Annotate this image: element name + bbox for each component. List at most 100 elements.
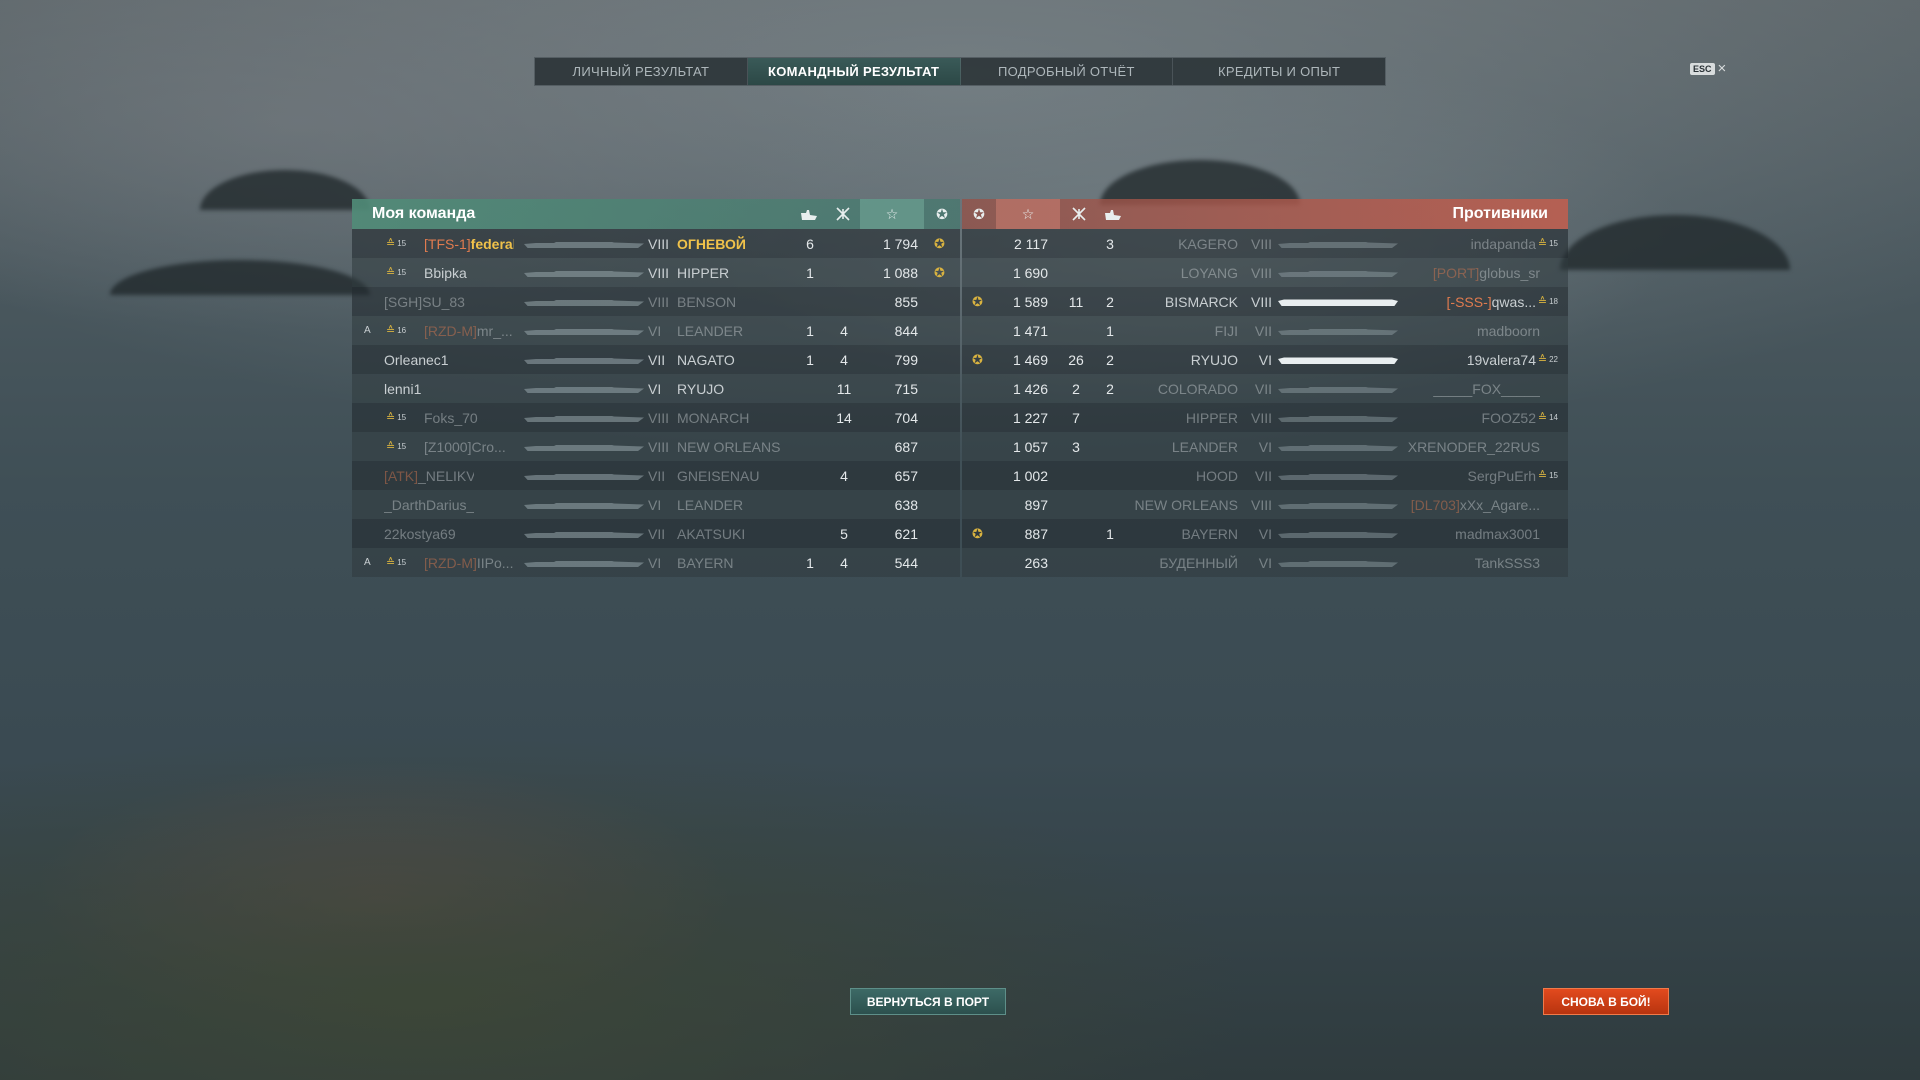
player-name[interactable]: _DarthDarius_ [384,497,474,513]
ship-silhouette [1278,238,1398,248]
player-name[interactable]: madmax3001 [1455,526,1540,542]
table-row[interactable]: A ≙ 16 [RZD-M]mr_... VI LEANDER 1 4 844 [352,316,960,345]
player-name[interactable]: indapanda [1471,236,1536,252]
rank-icon: ≙ [1537,354,1548,366]
base-xp: 1 227 [1012,409,1048,426]
player-clan: [RZD-M] [424,554,477,571]
player-name[interactable]: FOOZ52 [1482,410,1536,426]
table-row[interactable]: _DarthDarius_ VI LEANDER 638 [352,490,960,519]
ship-name: COLORADO [1157,380,1238,397]
player-name[interactable]: Bbipka [424,265,467,281]
rank-number: 14 [1549,413,1558,422]
table-row[interactable]: ≙ 15 [TFS-1]federal VIII ОГНЕВОЙ 6 1 794 ✪ [352,229,960,258]
table-row[interactable]: 1 426 2 2 COLORADO VII _____FOX_____ [962,374,1568,403]
ship-tier: VIII [648,438,670,455]
table-row[interactable]: ✪ 887 1 BAYERN VI madmax3001 [962,519,1568,548]
planes-destroyed: 11 [1068,293,1084,310]
ship-name: NEW ORLEANS [677,438,781,455]
ship-tier: VIII [1250,264,1272,281]
player-clan: [DL703] [1410,496,1460,513]
battle-again-button[interactable]: СНОВА В БОЙ! [1543,988,1669,1015]
table-row[interactable]: [ATK]_NELIKVID_ VII GNEISENAU 4 657 [352,461,960,490]
ship-tier: VIII [648,409,670,426]
player-name[interactable]: TankSSS3 [1475,555,1540,571]
tab-personal-result[interactable]: ЛИЧНЫЙ РЕЗУЛЬТАТ [535,58,748,85]
return-to-port-button[interactable]: ВЕРНУТЬСЯ В ПОРТ [850,988,1006,1015]
player-nickname: TankSSS3 [1474,554,1540,571]
table-row[interactable]: 1 002 HOOD VII SergPuErh ≙ 15 [962,461,1568,490]
table-row[interactable]: 1 690 LOYANG VIII [PORT]globus_sr [962,258,1568,287]
esc-key-icon: ESC [1690,63,1715,75]
tab-credits-xp[interactable]: КРЕДИТЫ И ОПЫТ [1173,58,1385,85]
rank-icon: ≙ [386,412,396,424]
table-row[interactable]: ≙ 15 Bbipka VIII HIPPER 1 1 088 ✪ [352,258,960,287]
player-name[interactable]: XRENODER_22RUS [1408,439,1540,455]
player-name[interactable]: Foks_70 [424,410,478,426]
table-row[interactable]: A ≙ 15 [RZD-M]IIPo... VI BAYERN 1 4 544 [352,548,960,577]
ships-destroyed: 1 [806,264,814,281]
table-row[interactable]: ≙ 15 Foks_70 VIII MONARCH 14 704 [352,403,960,432]
enemy-team-title: Противники [1452,205,1549,222]
rank-badge: ≙ 22 [1538,353,1558,366]
ship-silhouette [524,470,644,480]
ship-name: BISMARCK [1164,293,1238,310]
table-row[interactable]: [SGH]SU_83 VIII BENSON 855 [352,287,960,316]
table-row[interactable]: lenni1 VI RYUJO 11 715 [352,374,960,403]
ship-name: KAGERO [1178,235,1238,252]
ships-destroyed: 2 [1106,380,1114,397]
player-name[interactable]: [RZD-M]IIPo... [424,555,513,571]
ship-tier: VI [648,496,662,513]
table-row[interactable]: 1 227 7 HIPPER VIII FOOZ52 ≙ 14 [962,403,1568,432]
rank-badge: ≙ 15 [1538,469,1558,482]
ship-tier: VIII [648,235,670,252]
rank-number: 15 [397,239,407,248]
player-name[interactable]: madboorn [1477,323,1540,339]
ship-name: LEANDER [677,322,744,339]
player-name[interactable]: Orleanec1 [384,352,449,368]
table-row[interactable]: ≙ 15 [Z1000]Cro... VIII NEW ORLEANS 687 [352,432,960,461]
player-name[interactable]: _____FOX_____ [1433,381,1540,397]
ship-tier: VIII [1250,409,1272,426]
player-name[interactable]: [-SSS-]qwas... [1447,294,1536,310]
player-name[interactable]: SergPuErh [1468,468,1536,484]
ship-silhouette [524,325,644,335]
ship-name: HOOD [1196,467,1238,484]
player-name[interactable]: [ATK]_NELIKVID_ [384,468,474,484]
table-row[interactable]: 1 471 1 FIJI VII madboorn [962,316,1568,345]
table-row[interactable]: Orleanec1 VII NAGATO 1 4 799 [352,345,960,374]
player-name[interactable]: 22kostya69 [384,526,456,542]
ship-name: БУДЕННЫЙ [1159,554,1238,571]
player-nickname: madboorn [1476,322,1540,339]
tab-detailed-report[interactable]: ПОДРОБНЫЙ ОТЧЁТ [961,58,1174,85]
table-row[interactable]: ✪ 1 589 11 2 BISMARCK VIII [-SSS-]qwas... ≙ 18 [962,287,1568,316]
player-name[interactable]: [TFS-1]federal [424,236,514,252]
table-row[interactable]: 2 117 3 KAGERO VIII indapanda ≙ 15 [962,229,1568,258]
table-row[interactable]: 22kostya69 VII AKATSUKI 5 621 [352,519,960,548]
aircraft-icon [826,199,860,229]
table-row[interactable]: 897 NEW ORLEANS VIII [DL703]xXx_Agare... [962,490,1568,519]
player-name[interactable]: [RZD-M]mr_... [424,323,513,339]
result-tabs: ЛИЧНЫЙ РЕЗУЛЬТАТ КОМАНДНЫЙ РЕЗУЛЬТАТ ПОД… [534,57,1386,86]
table-row[interactable]: ✪ 1 469 26 2 RYUJO VI 19valera74 ≙ 22 [962,345,1568,374]
tab-team-result[interactable]: КОМАНДНЫЙ РЕЗУЛЬТАТ [747,58,961,85]
player-name[interactable]: [PORT]globus_sr [1433,265,1540,281]
player-name[interactable]: [Z1000]Cro... [424,439,506,455]
close-button[interactable]: ESC × [1690,61,1726,76]
ship-name: BAYERN [677,554,734,571]
ship-name: GNEISENAU [677,467,760,484]
planes-destroyed: 4 [840,322,848,339]
ship-tier: VI [1258,351,1272,368]
player-name[interactable]: [SGH]SU_83 [384,294,465,310]
player-name[interactable]: [DL703]xXx_Agare... [1411,497,1540,513]
rank-number: 18 [1549,297,1558,306]
ship-tier: VII [1254,322,1272,339]
base-xp: 887 [1024,525,1048,542]
table-row[interactable]: 1 057 3 LEANDER VI XRENODER_22RUS [962,432,1568,461]
player-name[interactable]: lenni1 [384,381,421,397]
ship-tier: VII [1254,467,1272,484]
table-row[interactable]: 263 БУДЕННЫЙ VI TankSSS3 [962,548,1568,577]
planes-destroyed: 4 [840,554,848,571]
player-nickname: _NELIKVID_ [417,467,474,484]
ship-silhouette [1278,325,1398,335]
player-name[interactable]: 19valera74 [1467,352,1536,368]
